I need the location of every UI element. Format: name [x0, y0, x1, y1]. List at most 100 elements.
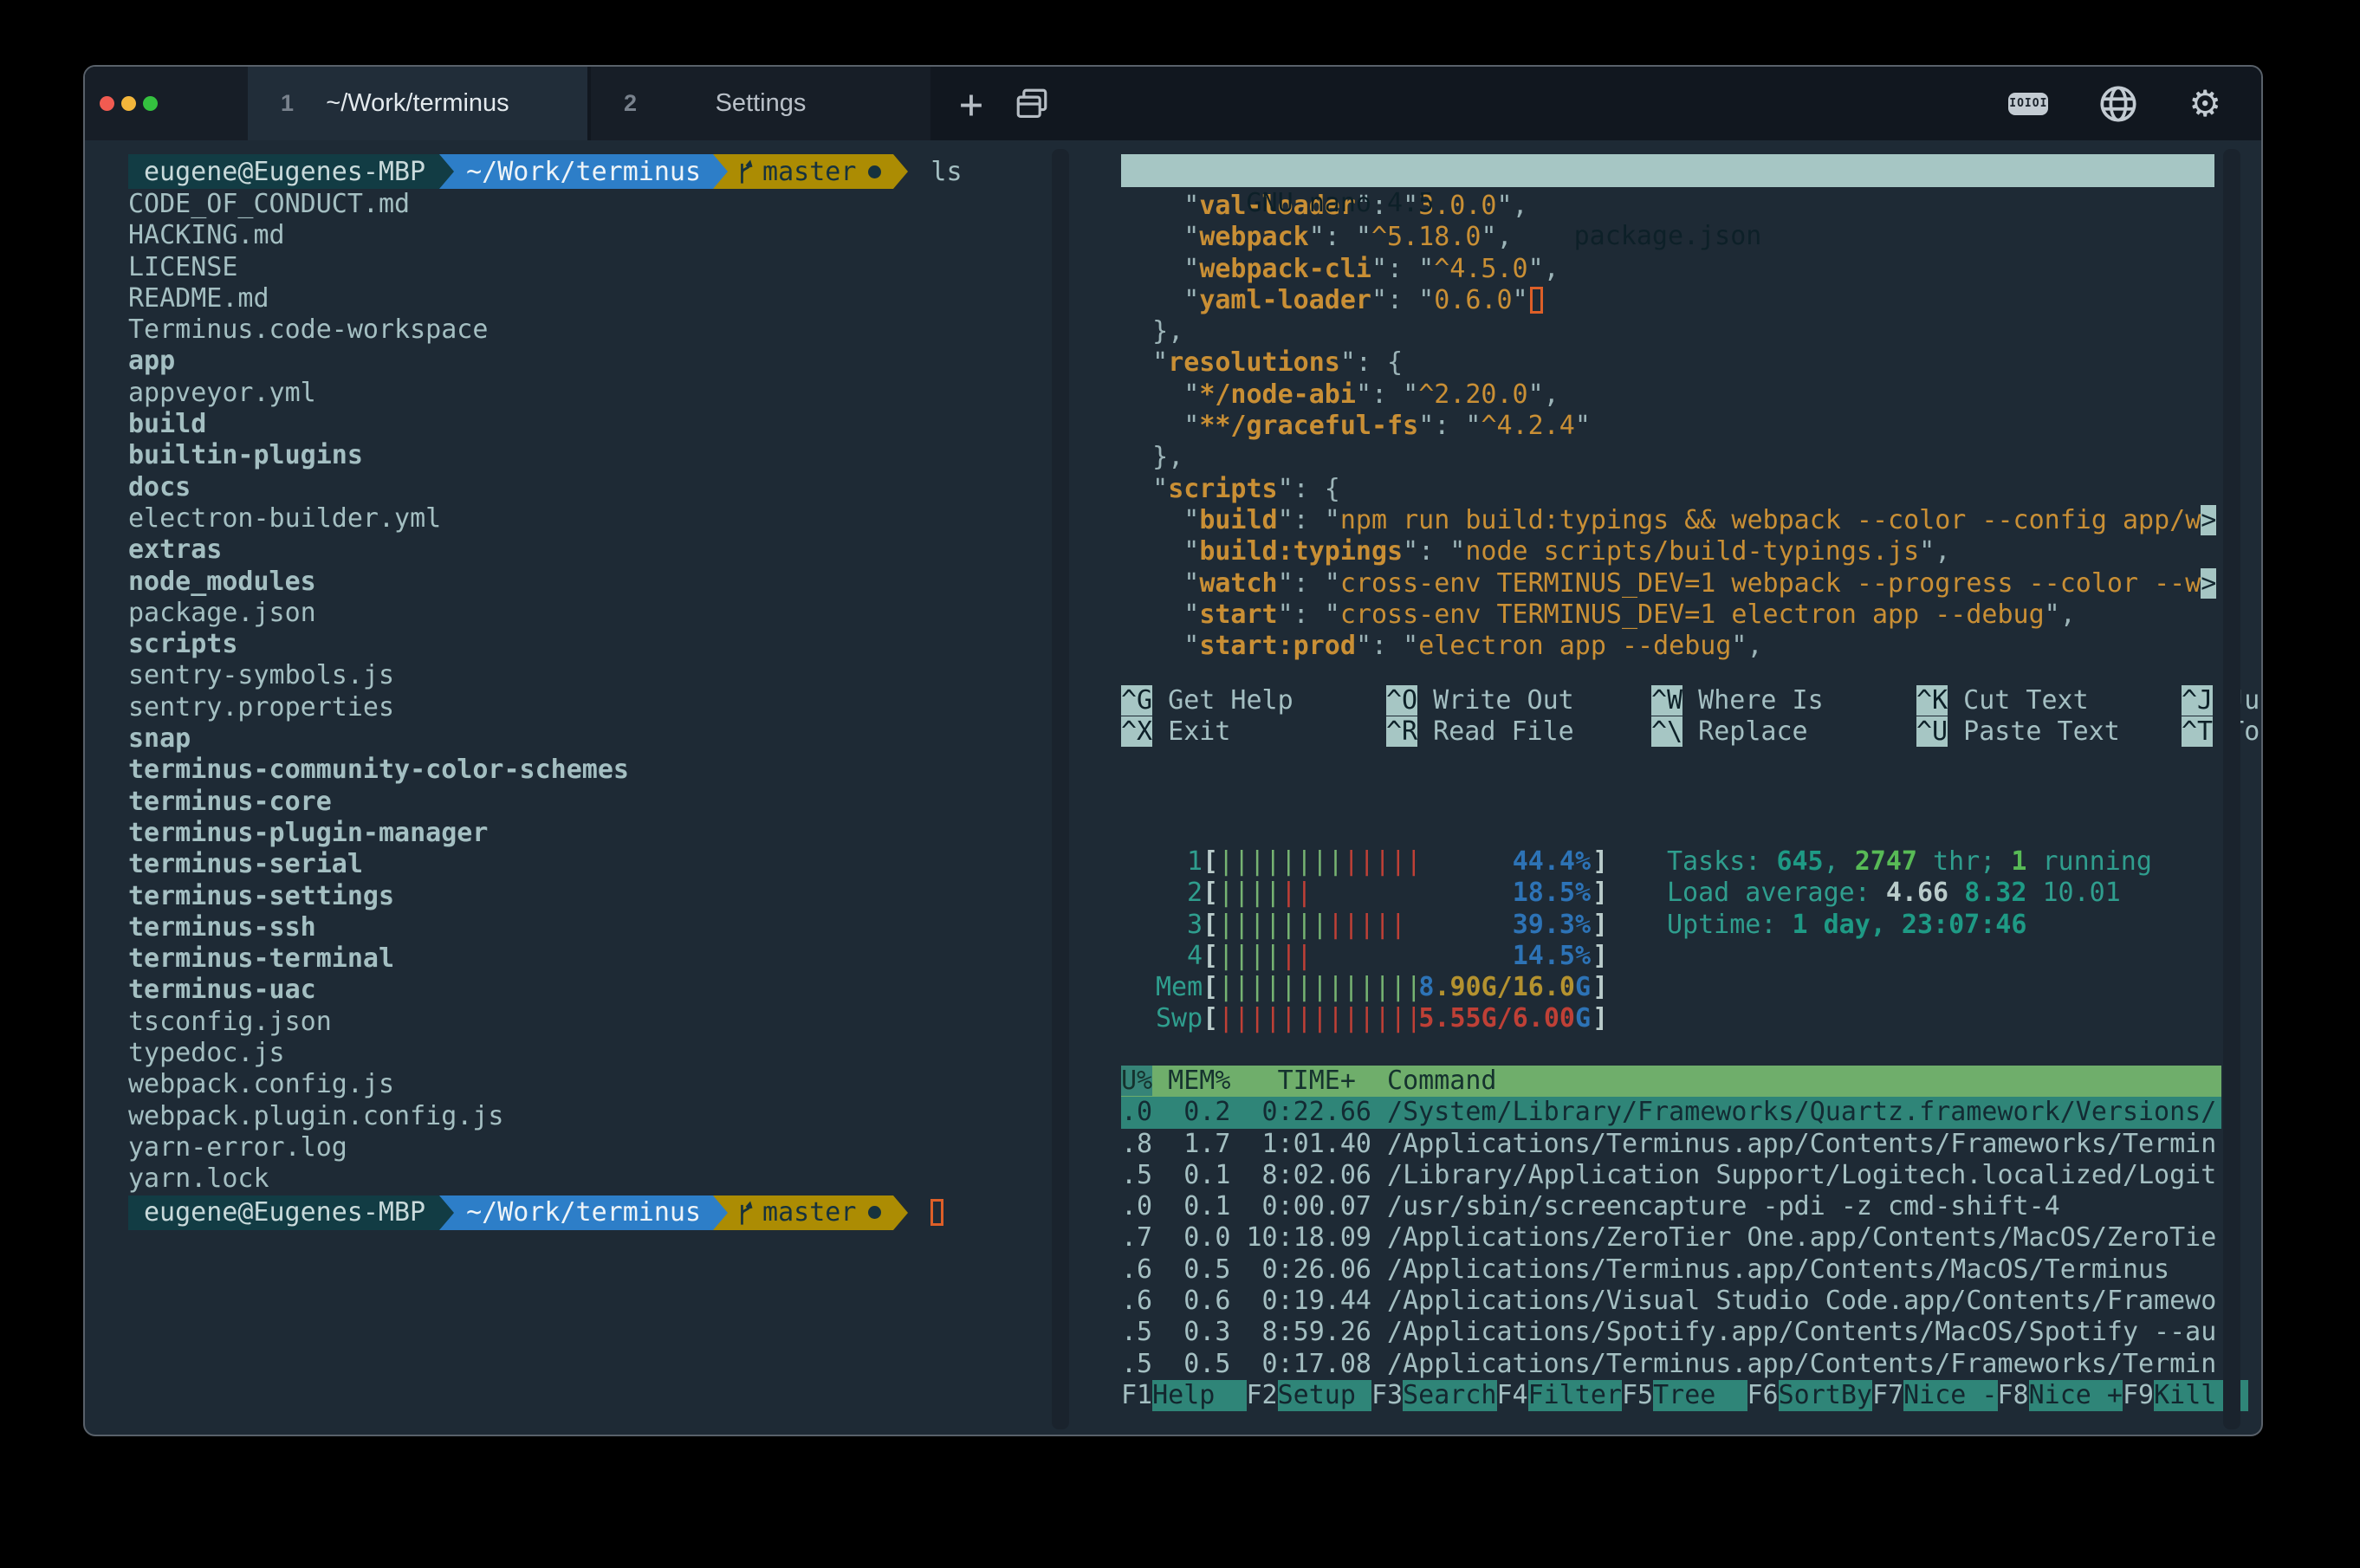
fn-button[interactable]: F6SortBy — [1747, 1380, 1873, 1411]
process-row[interactable]: .8 1.7 1:01.40 /Applications/Terminus.ap… — [1121, 1129, 2244, 1160]
process-row[interactable]: .0 0.2 0:22.66 /System/Library/Framework… — [1121, 1097, 2221, 1128]
nano-shortcut[interactable]: ^U Paste Text — [1916, 716, 2182, 748]
prompt-user-segment: eugene@Eugenes-MBP — [128, 154, 439, 189]
process-row[interactable]: .0 0.1 0:00.07 /usr/sbin/screencapture -… — [1121, 1191, 2244, 1222]
left-pane-scrollbar[interactable] — [1052, 149, 1069, 1429]
process-table-header[interactable]: U% MEM% TIME+ Command — [1121, 1066, 2221, 1097]
fn-action-label: Tree — [1653, 1380, 1747, 1411]
nano-shortcut[interactable]: ^J Justify — [2182, 685, 2263, 716]
meter-value-part: 44.4% — [1513, 846, 1591, 877]
nano-line: "yaml-loader": "0.6.0" — [1121, 285, 2244, 316]
settings-gear-icon[interactable]: ⚙ — [2188, 86, 2221, 122]
htop-info-part: 1 — [2011, 846, 2026, 877]
meter-bars: ||||||||||||| — [1218, 1003, 1422, 1034]
tabbar-spacer — [1062, 67, 2008, 140]
process-row[interactable]: .5 0.5 0:17.08 /Applications/Terminus.ap… — [1121, 1349, 2244, 1380]
nano-shortcut[interactable]: ^R Read File — [1386, 716, 1651, 748]
meter-bar-segment: || — [1280, 878, 1312, 908]
nano-token: */node-abi — [1199, 379, 1356, 410]
meter-value-part: 18.5% — [1513, 878, 1591, 908]
serial-keyboard-icon[interactable]: IOIOI — [2008, 93, 2048, 115]
nano-line: "start": "cross-env TERMINUS_DEV=1 elect… — [1121, 599, 2244, 631]
terminal-cursor — [930, 1199, 943, 1226]
file-item: CODE_OF_CONDUCT.md — [128, 189, 1125, 220]
meter-value-part: 14.5% — [1513, 941, 1591, 971]
globe-icon[interactable] — [2098, 84, 2138, 124]
tab-work-terminus[interactable]: 1 ~/Work/terminus — [248, 67, 587, 140]
meter-bars: ||||||||||||| — [1218, 846, 1422, 878]
htop-meter: 1[|||||||||||||44.4%] — [1156, 846, 1608, 878]
fn-button[interactable]: F8Nice + — [1998, 1380, 2123, 1411]
nano-token: " — [1121, 379, 1199, 410]
close-button[interactable] — [100, 96, 114, 111]
maximize-button[interactable] — [143, 96, 158, 111]
nano-shortcut[interactable]: ^O Write Out — [1386, 685, 1651, 716]
meter-bar-area: ||||||14.5% — [1218, 941, 1592, 972]
toolbar-right: IOIOI ⚙ — [2008, 67, 2261, 140]
nano-shortcut[interactable]: ^W Where Is — [1651, 685, 1916, 716]
tab-settings[interactable]: 2 Settings — [591, 67, 930, 140]
directory-item: terminus-ssh — [128, 912, 1125, 943]
process-row[interactable]: .6 0.6 0:19.44 /Applications/Visual Stud… — [1121, 1286, 2244, 1317]
terminal-pane-left[interactable]: eugene@Eugenes-MBP~/Work/terminusmasterl… — [128, 154, 1125, 1230]
shortcut-label: Cut Text — [1948, 685, 2089, 716]
prompt-git-segment: master — [728, 154, 893, 189]
htop-info-part: running — [2026, 846, 2152, 877]
nano-token: electron app --debug — [1418, 631, 1731, 661]
sort-column-header[interactable]: U% — [1121, 1066, 1152, 1096]
process-row[interactable]: .6 0.5 0:26.06 /Applications/Terminus.ap… — [1121, 1254, 2244, 1286]
meter-value-part: 5.55G/6.00 — [1418, 1003, 1575, 1033]
fn-button[interactable]: F5Tree — [1622, 1380, 1747, 1411]
htop-meter: 4[||||||14.5%] — [1156, 941, 1608, 972]
process-row[interactable]: .5 0.1 8:02.06 /Library/Application Supp… — [1121, 1160, 2244, 1191]
htop-info-part: , — [1824, 846, 1855, 877]
htop-meter: Swp[|||||||||||||5.55G/6.00G] — [1156, 1003, 1608, 1034]
directory-item: terminus-uac — [128, 975, 1125, 1006]
meter-value: 18.5% — [1513, 878, 1591, 909]
meter-value: 5.55G/6.00G — [1418, 1003, 1591, 1034]
nano-token: ", — [1731, 631, 1762, 661]
nano-shortcut[interactable]: ^T To Spell — [2182, 716, 2263, 748]
process-row[interactable]: .7 0.0 10:18.09 /Applications/ZeroTier O… — [1121, 1222, 2244, 1254]
htop-meter: 2[||||||18.5%] — [1156, 878, 1608, 909]
meter-label: 2 — [1156, 878, 1203, 909]
directory-item: terminus-community-color-schemes — [128, 755, 1125, 786]
meter-bracket: [ — [1203, 878, 1218, 909]
nano-shortcut-bar: ^G Get Help^O Write Out^W Where Is^K Cut… — [1121, 685, 2263, 748]
prompt-git-segment: master — [728, 1195, 893, 1230]
file-item: README.md — [128, 283, 1125, 314]
fn-button[interactable]: F7Nice - — [1872, 1380, 1998, 1411]
minimize-button[interactable] — [121, 96, 136, 111]
nano-editor-content[interactable]: "val-loader": "3.0.0", "webpack": "^5.18… — [1121, 191, 2244, 662]
meter-bar-segment: ||||||||||||| — [1218, 1003, 1422, 1033]
fn-button[interactable]: F4Filter — [1497, 1380, 1623, 1411]
file-item: appveyor.yml — [128, 378, 1125, 409]
terminal-pane-right[interactable]: GNU nano 4.5 package.json "val-loader": … — [1121, 154, 2244, 662]
nano-line: "scripts": { — [1121, 474, 2244, 505]
fn-button[interactable]: F2Setup — [1247, 1380, 1372, 1411]
nano-shortcut[interactable]: ^G Get Help — [1121, 685, 1386, 716]
meter-value-part: 39.3% — [1513, 910, 1591, 940]
tab-list-icon[interactable] — [1002, 67, 1062, 140]
nano-shortcut[interactable]: ^X Exit — [1121, 716, 1386, 748]
nano-line: "build:typings": "node scripts/build-typ… — [1121, 536, 2244, 567]
shortcut-label: Replace — [1682, 716, 1808, 747]
nano-token: " — [1121, 411, 1199, 441]
nano-token: build — [1199, 505, 1277, 535]
meter-bracket: ] — [1592, 846, 1608, 878]
fn-button[interactable]: F1Help — [1121, 1380, 1247, 1411]
new-tab-button[interactable]: + — [941, 67, 1002, 140]
meter-bar-area: ||||||||||||39.3% — [1218, 910, 1592, 941]
nano-token: > — [2201, 505, 2216, 535]
fn-action-label: SortBy — [1779, 1380, 1872, 1411]
file-item: Terminus.code-workspace — [128, 314, 1125, 346]
fn-button[interactable]: F3Search — [1371, 1380, 1497, 1411]
nano-shortcut[interactable]: ^\ Replace — [1651, 716, 1916, 748]
nano-token: cross-env TERMINUS_DEV=1 webpack --progr… — [1340, 568, 2201, 599]
directory-item: docs — [128, 472, 1125, 503]
nano-token: start — [1199, 599, 1277, 630]
right-pane-scrollbar[interactable] — [2223, 149, 2240, 1429]
process-row[interactable]: .5 0.3 8:59.26 /Applications/Spotify.app… — [1121, 1317, 2244, 1348]
nano-shortcut[interactable]: ^K Cut Text — [1916, 685, 2182, 716]
file-item: sentry.properties — [128, 692, 1125, 723]
